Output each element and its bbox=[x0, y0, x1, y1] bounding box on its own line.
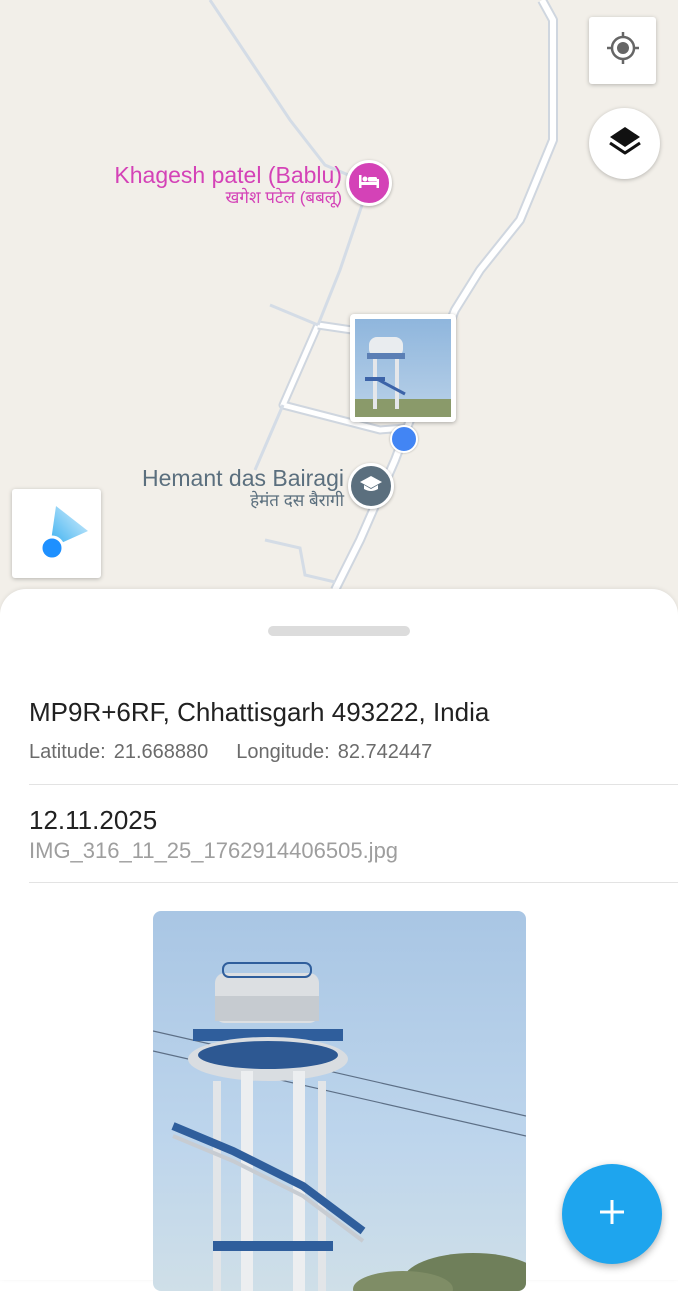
poi-pin-school[interactable] bbox=[348, 463, 394, 509]
divider bbox=[29, 882, 678, 883]
longitude-label: Longitude: bbox=[236, 741, 330, 763]
poi-label-hotel[interactable]: Khagesh patel (Bablu) खगेश पटेल (बबलू) bbox=[96, 162, 342, 208]
photo-thumbnail bbox=[355, 319, 451, 417]
longitude-group: Longitude: 82.742447 bbox=[236, 741, 432, 764]
plus-icon bbox=[597, 1197, 627, 1232]
current-location-dot bbox=[390, 425, 418, 453]
photo-preview[interactable] bbox=[153, 911, 526, 1291]
map-roads bbox=[208, 0, 558, 593]
latitude-label: Latitude: bbox=[29, 741, 106, 763]
poi-name-local: खगेश पटेल (बबलू) bbox=[225, 188, 343, 208]
my-location-button[interactable] bbox=[589, 17, 656, 84]
layers-icon bbox=[607, 123, 643, 164]
drag-handle[interactable] bbox=[268, 626, 410, 636]
hotel-icon bbox=[358, 173, 380, 194]
poi-pin-hotel[interactable] bbox=[346, 160, 392, 206]
latitude-group: Latitude: 21.668880 bbox=[29, 741, 208, 764]
longitude-value: 82.742447 bbox=[337, 741, 433, 763]
map-layers-button[interactable] bbox=[589, 108, 660, 179]
address-text: MP9R+6RF, Chhattisgarh 493222, India bbox=[29, 697, 490, 727]
compass-direction-icon bbox=[22, 496, 92, 571]
poi-name: Khagesh patel (Bablu) bbox=[114, 162, 342, 188]
poi-label-school[interactable]: Hemant das Bairagi हेमंत दस बैरागी bbox=[112, 465, 344, 511]
photo-marker[interactable] bbox=[350, 314, 456, 422]
school-icon bbox=[359, 475, 383, 498]
photo-date: 12.11.2025 bbox=[29, 805, 158, 835]
photo-filename: IMG_316_11_25_1762914406505.jpg bbox=[29, 838, 399, 863]
latitude-value: 21.668880 bbox=[113, 741, 209, 763]
details-sheet: MP9R+6RF, Chhattisgarh 493222, India Lat… bbox=[0, 589, 678, 1291]
compass-button[interactable] bbox=[12, 489, 101, 578]
coordinates-row: Latitude: 21.668880 Longitude: 82.742447 bbox=[29, 741, 432, 764]
poi-name: Hemant das Bairagi bbox=[142, 465, 344, 491]
divider bbox=[29, 784, 678, 785]
poi-name-local: हेमंत दस बैरागी bbox=[250, 491, 344, 511]
add-button[interactable] bbox=[562, 1164, 662, 1264]
map-view[interactable]: Khagesh patel (Bablu) खगेश पटेल (बबलू) H… bbox=[0, 0, 678, 620]
my-location-icon bbox=[605, 30, 641, 71]
